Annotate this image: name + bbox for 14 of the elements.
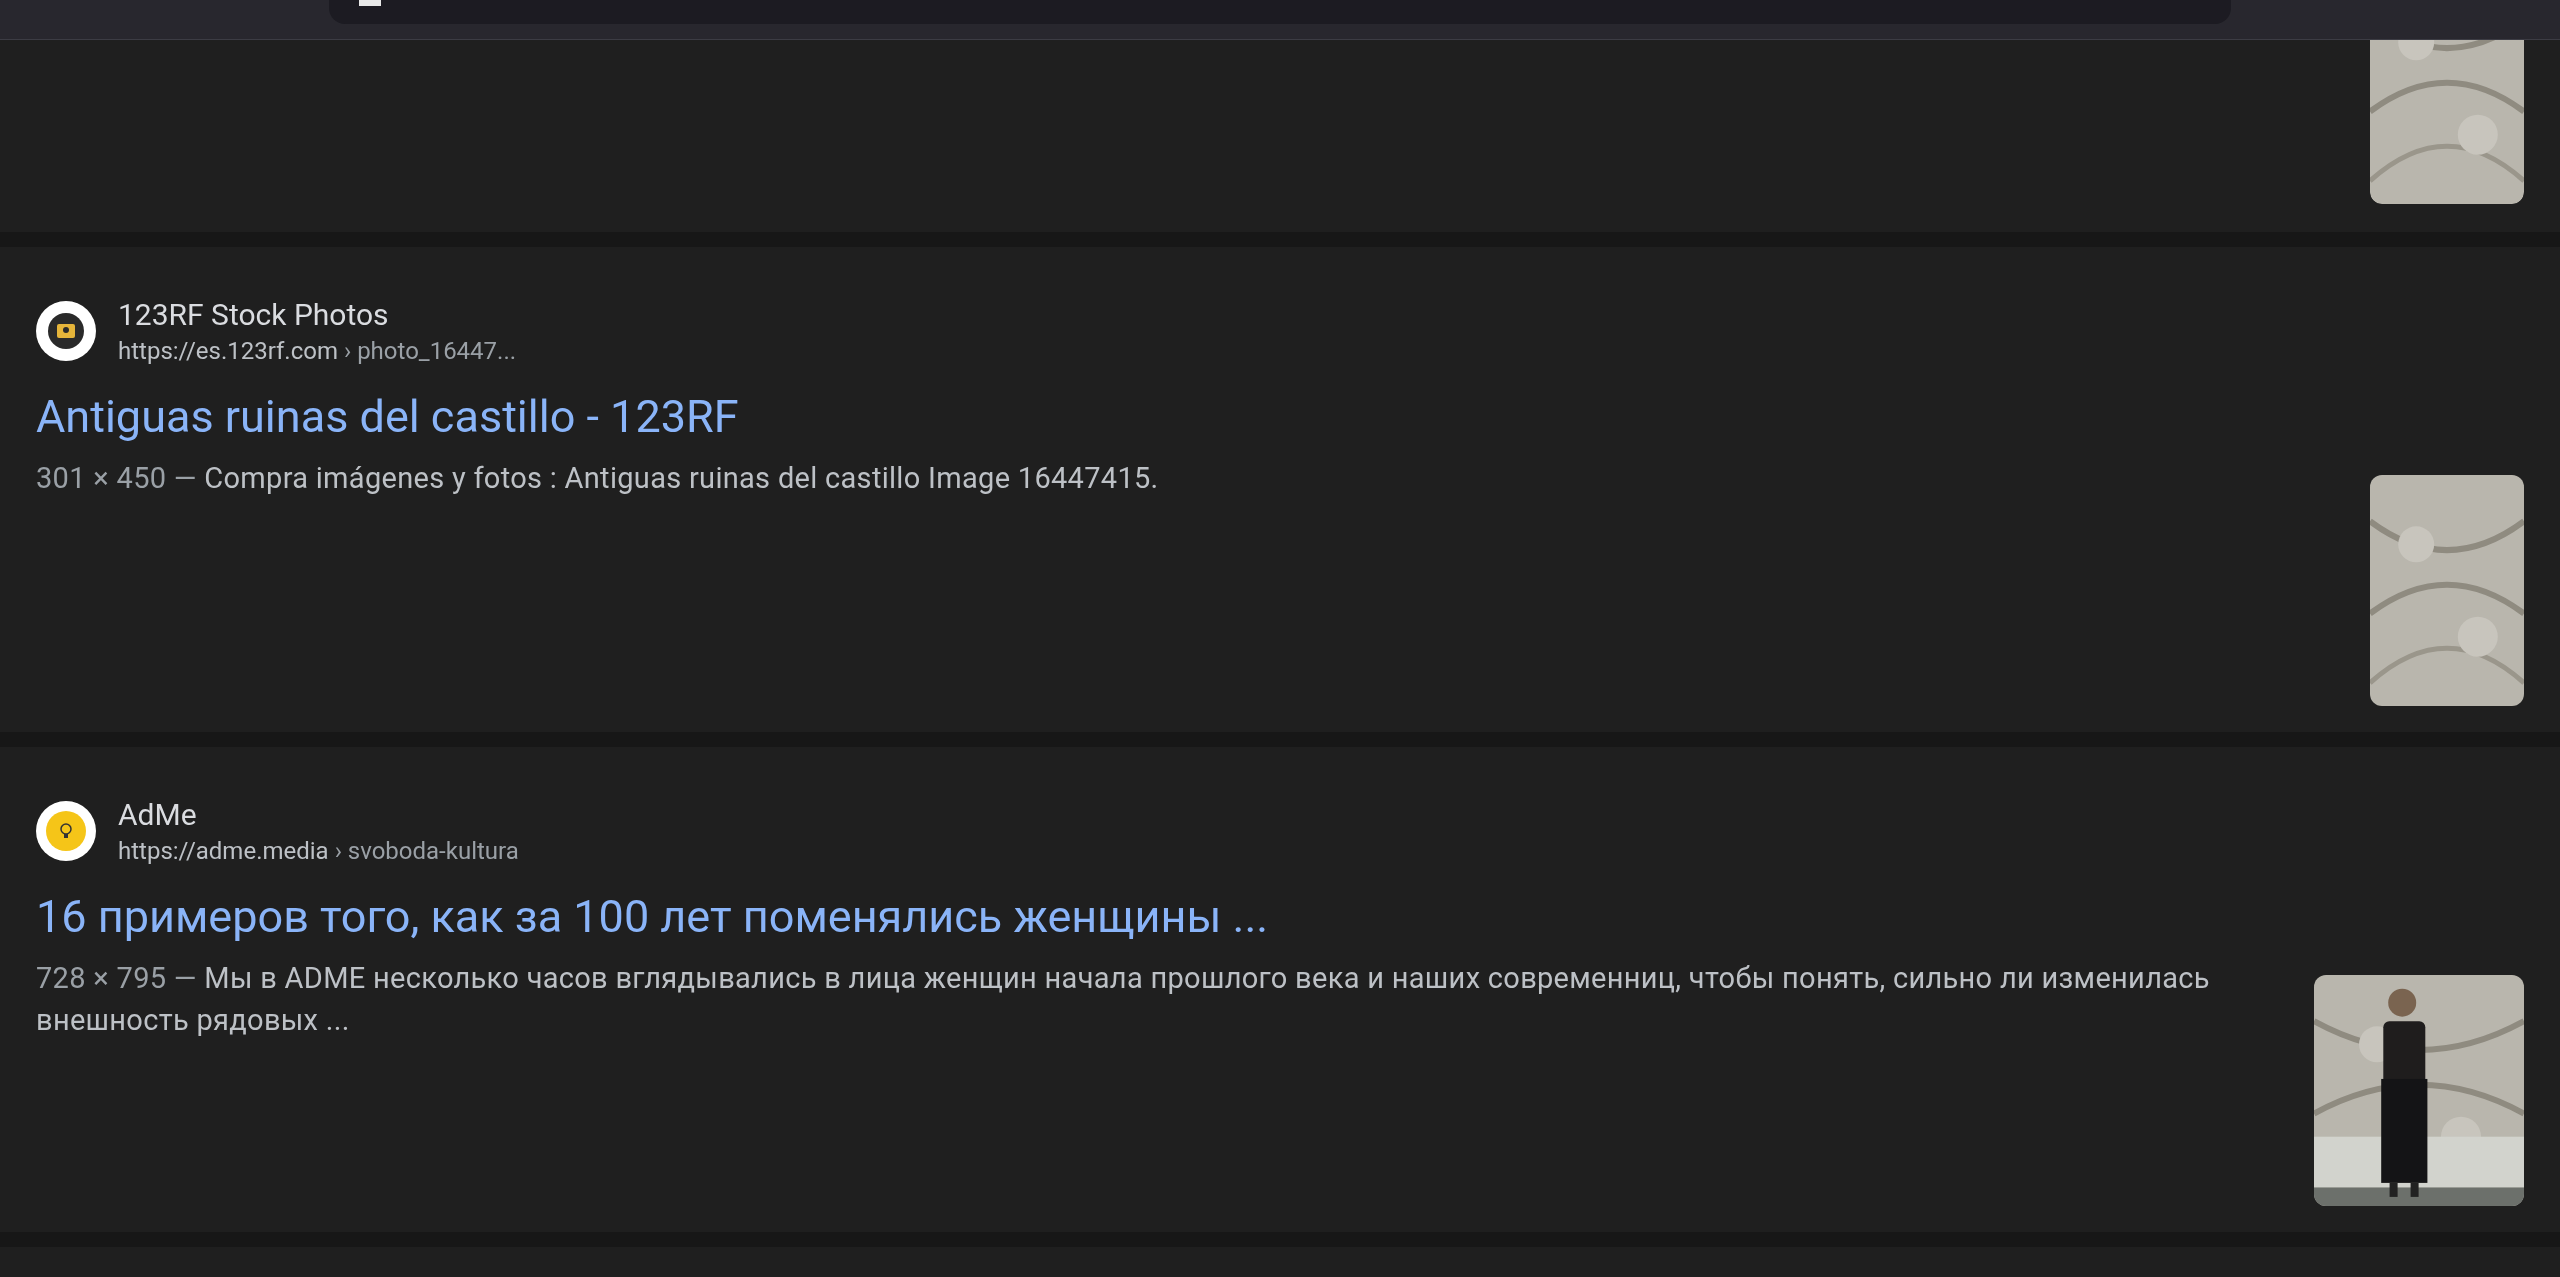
result-title[interactable]: 16 примеров того, как за 100 лет поменялись женщины ...: [36, 889, 2264, 945]
site-name: 123RF Stock Photos: [118, 296, 390, 334]
result-url[interactable]: https://adme.media: [118, 835, 329, 867]
site-name: AdMe: [118, 796, 198, 834]
search-field[interactable]: [329, 0, 2231, 24]
breadcrumb: › svoboda-kultura: [334, 836, 519, 867]
result-title[interactable]: Antiguas ruinas del castillo - 123RF: [36, 389, 2320, 445]
result-snippet: 301 × 450 — Compra imágenes y fotos : Antiguas ruinas del castillo Image 16447415.: [36, 460, 1160, 497]
result-url[interactable]: https://es.123rf.com: [118, 335, 338, 367]
lightbulb-icon: [36, 801, 96, 861]
page-icon: [359, 0, 381, 6]
breadcrumb: › photo_16447...: [343, 336, 517, 367]
camera-icon: [36, 301, 96, 361]
result-snippet: 728 × 795 — Мы в ADME несколько часов вглядывались в лица женщин начала прошлого века и наших современниц, чтобы понять, сильно ли изменилась внешность рядовых ...: [36, 960, 2211, 1039]
